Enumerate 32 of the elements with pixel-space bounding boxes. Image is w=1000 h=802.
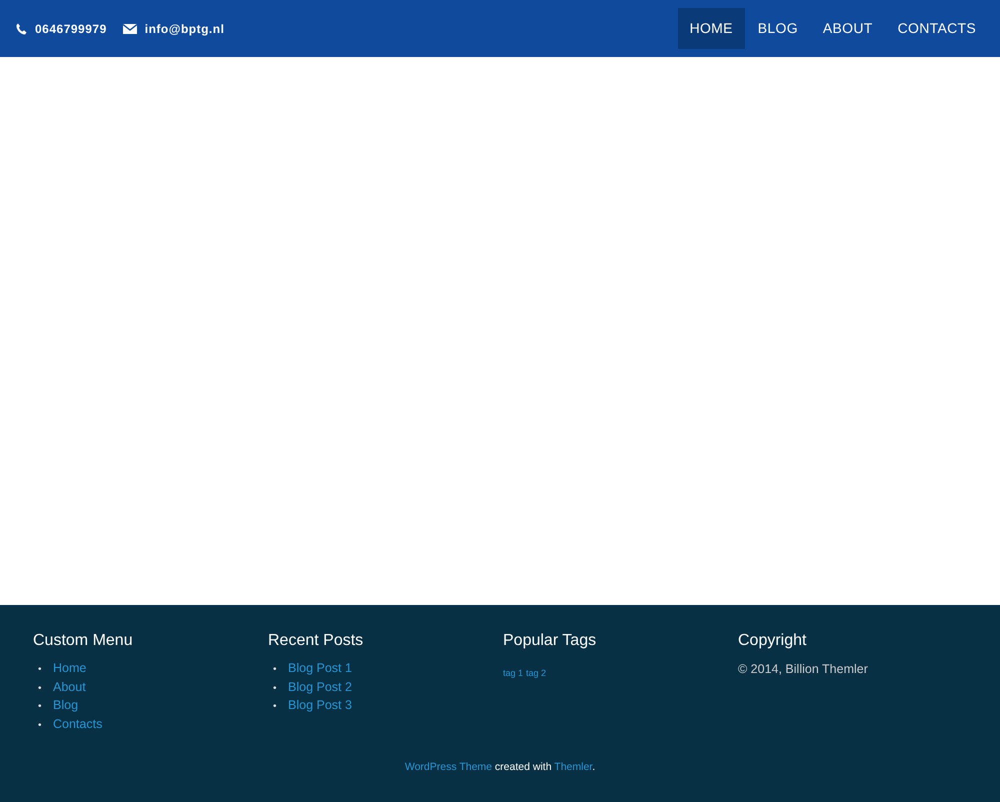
list-bullet: •	[273, 682, 278, 696]
footer-link[interactable]: Blog	[53, 698, 78, 712]
envelope-icon	[122, 24, 137, 34]
widget-title: Custom Menu	[33, 631, 134, 650]
footer-link[interactable]: About	[53, 680, 86, 694]
widget-title: Copyright	[738, 631, 808, 650]
list-bullet: •	[38, 718, 43, 733]
list-bullet: •	[38, 682, 43, 696]
phone-icon	[16, 22, 27, 34]
copyright-text: © 2014, Billion Themler	[738, 661, 869, 678]
list-bullet: •	[273, 700, 278, 714]
widget-title: Popular Tags	[503, 631, 598, 650]
footer-link[interactable]: Contacts	[53, 716, 102, 731]
widget-title: Recent Posts	[268, 631, 364, 650]
nav-link[interactable]: CONTACTS	[886, 8, 988, 49]
footer-link[interactable]: Blog Post 3	[288, 698, 352, 712]
email-address: info@bptg.nl	[144, 20, 224, 38]
tag-link[interactable]: tag 1	[503, 668, 524, 678]
tag-link[interactable]: tag 2	[526, 668, 546, 678]
footer-link[interactable]: Home	[53, 661, 86, 676]
theme-link[interactable]: WordPress Theme	[404, 761, 492, 774]
themler-link[interactable]: Themler	[554, 761, 592, 774]
list-bullet: •	[38, 663, 43, 678]
phone-number: 0646799979	[35, 20, 107, 38]
nav-link[interactable]: ABOUT	[810, 8, 885, 49]
nav-link[interactable]: BLOG	[746, 8, 810, 49]
list-bullet: •	[273, 663, 278, 678]
nav-link[interactable]: HOME	[678, 8, 745, 49]
footer-link[interactable]: Blog Post 2	[288, 680, 352, 694]
list-bullet: •	[38, 700, 43, 714]
footer-link[interactable]: Blog Post 1	[288, 661, 352, 676]
credit-text: WordPress Theme created with Themler.	[404, 760, 596, 776]
